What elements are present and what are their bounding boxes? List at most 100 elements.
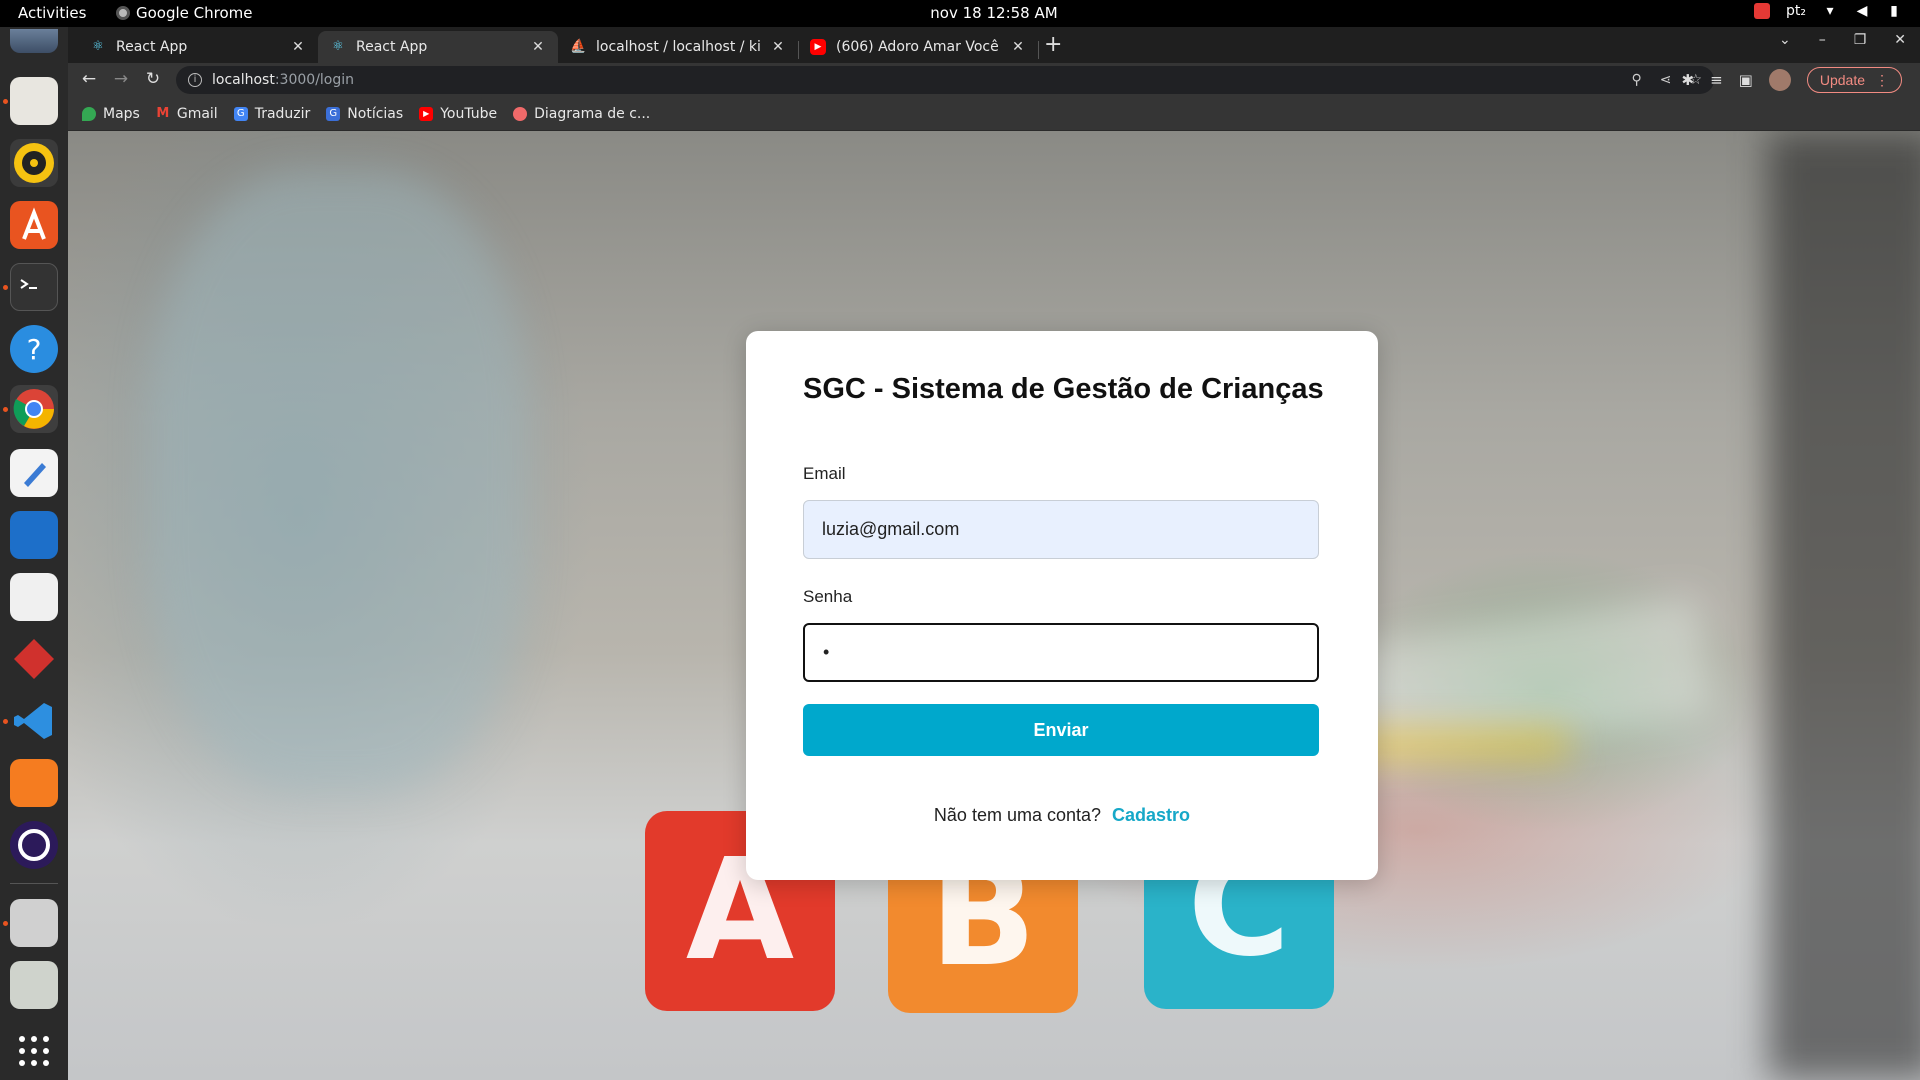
browser-toolbar: ← → ↻ i localhost:3000/login ⚲ ⋖ ☆ ✱ ≡ ▣… bbox=[68, 63, 1920, 97]
gmail-icon: M bbox=[156, 105, 170, 121]
bookmark-traduzir[interactable]: G Traduzir bbox=[233, 105, 311, 122]
bookmark-noticias[interactable]: G Notícias bbox=[326, 106, 403, 122]
window-controls: ⌄ – ❐ ✕ bbox=[1779, 32, 1906, 48]
help-icon[interactable]: ? bbox=[10, 325, 58, 373]
battery-icon[interactable]: ▮ bbox=[1886, 3, 1902, 19]
writer-icon[interactable] bbox=[10, 511, 58, 559]
toolbar-right: ✱ ≡ ▣ Update ⋮ bbox=[1682, 67, 1902, 93]
background-blur-person bbox=[148, 171, 528, 791]
reload-icon[interactable]: ↻ bbox=[142, 69, 164, 89]
tab-search-icon[interactable]: ⌄ bbox=[1779, 32, 1791, 48]
signup-link[interactable]: Cadastro bbox=[1112, 805, 1190, 825]
news-icon: G bbox=[326, 106, 341, 121]
back-icon[interactable]: ← bbox=[78, 69, 100, 89]
side-panel-icon[interactable]: ▣ bbox=[1739, 71, 1753, 89]
git-glyph bbox=[14, 639, 54, 679]
close-icon[interactable]: ✕ bbox=[770, 39, 786, 55]
new-tab-button[interactable]: + bbox=[1044, 32, 1062, 57]
running-indicator bbox=[3, 99, 8, 104]
keyboard-layout[interactable]: pt₂ bbox=[1786, 3, 1806, 19]
update-button[interactable]: Update ⋮ bbox=[1806, 67, 1902, 93]
text-editor-glyph bbox=[24, 463, 46, 487]
youtube-icon: ▶ bbox=[419, 106, 434, 121]
vscode-glyph bbox=[14, 703, 52, 739]
close-icon[interactable]: ✕ bbox=[530, 39, 546, 55]
translate-icon: G bbox=[233, 106, 248, 121]
bookmark-label: Maps bbox=[103, 105, 140, 122]
rhythmbox-icon[interactable] bbox=[10, 139, 58, 187]
eclipse-glyph bbox=[18, 829, 50, 861]
close-icon[interactable]: ✕ bbox=[1010, 39, 1026, 55]
bookmark-diagrama[interactable]: Diagrama de c... bbox=[513, 106, 650, 122]
forward-icon[interactable]: → bbox=[110, 69, 132, 89]
background-blur-pencil-cup bbox=[1768, 131, 1920, 1080]
files-icon[interactable] bbox=[10, 77, 58, 125]
site-info-icon[interactable]: i bbox=[188, 73, 202, 87]
more-menu-icon: ⋮ bbox=[1875, 71, 1889, 88]
vscode-icon[interactable] bbox=[10, 697, 58, 745]
terminal-icon[interactable] bbox=[10, 263, 58, 311]
volume-icon[interactable]: ◀ bbox=[1854, 3, 1870, 19]
login-card: SGC - Sistema de Gestão de Crianças Emai… bbox=[746, 331, 1378, 880]
bookmark-maps[interactable]: Maps bbox=[82, 106, 140, 122]
bookmark-label: Traduzir bbox=[254, 105, 311, 122]
software-center-icon[interactable] bbox=[10, 201, 58, 249]
maximize-icon[interactable]: ❐ bbox=[1854, 32, 1867, 48]
dock: ? bbox=[0, 27, 68, 1080]
dock-partial-icon[interactable] bbox=[10, 29, 58, 53]
signup-prompt: Não tem uma conta? Cadastro bbox=[746, 805, 1378, 826]
git-client-icon[interactable] bbox=[10, 635, 58, 683]
window-close-icon[interactable]: ✕ bbox=[1894, 32, 1906, 48]
address-bar[interactable]: i localhost:3000/login ⚲ ⋖ ☆ bbox=[176, 66, 1714, 94]
tab-react-app-1[interactable]: ⚛ React App ✕ bbox=[78, 31, 318, 63]
bookmark-gmail[interactable]: M Gmail bbox=[156, 105, 217, 122]
profile-avatar[interactable] bbox=[1768, 69, 1791, 91]
bookmark-label: YouTube bbox=[440, 105, 498, 122]
eclipse-icon[interactable] bbox=[10, 821, 58, 869]
update-label: Update bbox=[1819, 72, 1865, 88]
tab-title: React App bbox=[116, 39, 188, 55]
phpmyadmin-icon: ⛵ bbox=[570, 39, 587, 54]
screen-share-icon[interactable] bbox=[1754, 3, 1770, 19]
xampp-icon[interactable] bbox=[10, 759, 58, 807]
zoom-icon[interactable]: ⚲ bbox=[1631, 72, 1641, 88]
settings-icon[interactable] bbox=[10, 899, 58, 947]
page-viewport: A B C SGC - Sistema de Gestão de Criança… bbox=[68, 131, 1920, 1080]
wifi-icon[interactable]: ▾ bbox=[1822, 3, 1838, 19]
tab-title: (606) Adoro Amar Você - J bbox=[836, 39, 1000, 55]
share-icon[interactable]: ⋖ bbox=[1660, 72, 1672, 88]
tab-phpmyadmin[interactable]: ⛵ localhost / localhost / kid ✕ bbox=[558, 31, 798, 63]
url-path: :3000/login bbox=[274, 72, 355, 88]
tab-youtube[interactable]: ▶ (606) Adoro Amar Você - J ✕ bbox=[798, 31, 1038, 63]
document-viewer-icon[interactable] bbox=[10, 573, 58, 621]
clock[interactable]: nov 18 12:58 AM bbox=[0, 4, 1920, 22]
email-field[interactable] bbox=[803, 500, 1319, 559]
submit-button[interactable]: Enviar bbox=[803, 704, 1319, 756]
dock-separator bbox=[10, 883, 58, 884]
close-icon[interactable]: ✕ bbox=[290, 39, 306, 55]
tab-separator bbox=[1038, 41, 1039, 59]
password-field[interactable] bbox=[803, 623, 1319, 682]
running-indicator bbox=[3, 285, 8, 290]
app-grid-icon[interactable] bbox=[10, 1027, 58, 1075]
rhythmbox-glyph bbox=[14, 143, 54, 183]
system-tray[interactable]: pt₂ ▾ ◀ ▮ bbox=[1754, 3, 1902, 19]
chrome-dock-icon[interactable] bbox=[10, 385, 58, 433]
reading-list-icon[interactable]: ≡ bbox=[1710, 71, 1723, 89]
minimize-icon[interactable]: – bbox=[1819, 32, 1826, 48]
running-indicator bbox=[3, 921, 8, 926]
bookmarks-bar: Maps M Gmail G Traduzir G Notícias ▶ YouTube… bbox=[68, 97, 1920, 131]
bookmark-label: Diagrama de c... bbox=[534, 105, 651, 122]
bookmark-youtube[interactable]: ▶ YouTube bbox=[419, 106, 497, 122]
react-icon: ⚛ bbox=[92, 39, 104, 54]
youtube-icon: ▶ bbox=[810, 39, 826, 55]
tab-react-app-2[interactable]: ⚛ React App ✕ bbox=[318, 31, 558, 63]
email-label: Email bbox=[803, 464, 846, 483]
software-center-glyph bbox=[22, 207, 46, 240]
system-top-bar: Activities Google Chrome nov 18 12:58 AM… bbox=[0, 0, 1920, 27]
extensions-icon[interactable]: ✱ bbox=[1682, 71, 1695, 89]
svg-text:?: ? bbox=[27, 333, 42, 366]
diagram-icon bbox=[513, 106, 528, 121]
trash-icon[interactable] bbox=[10, 961, 58, 1009]
text-editor-icon[interactable] bbox=[10, 449, 58, 497]
